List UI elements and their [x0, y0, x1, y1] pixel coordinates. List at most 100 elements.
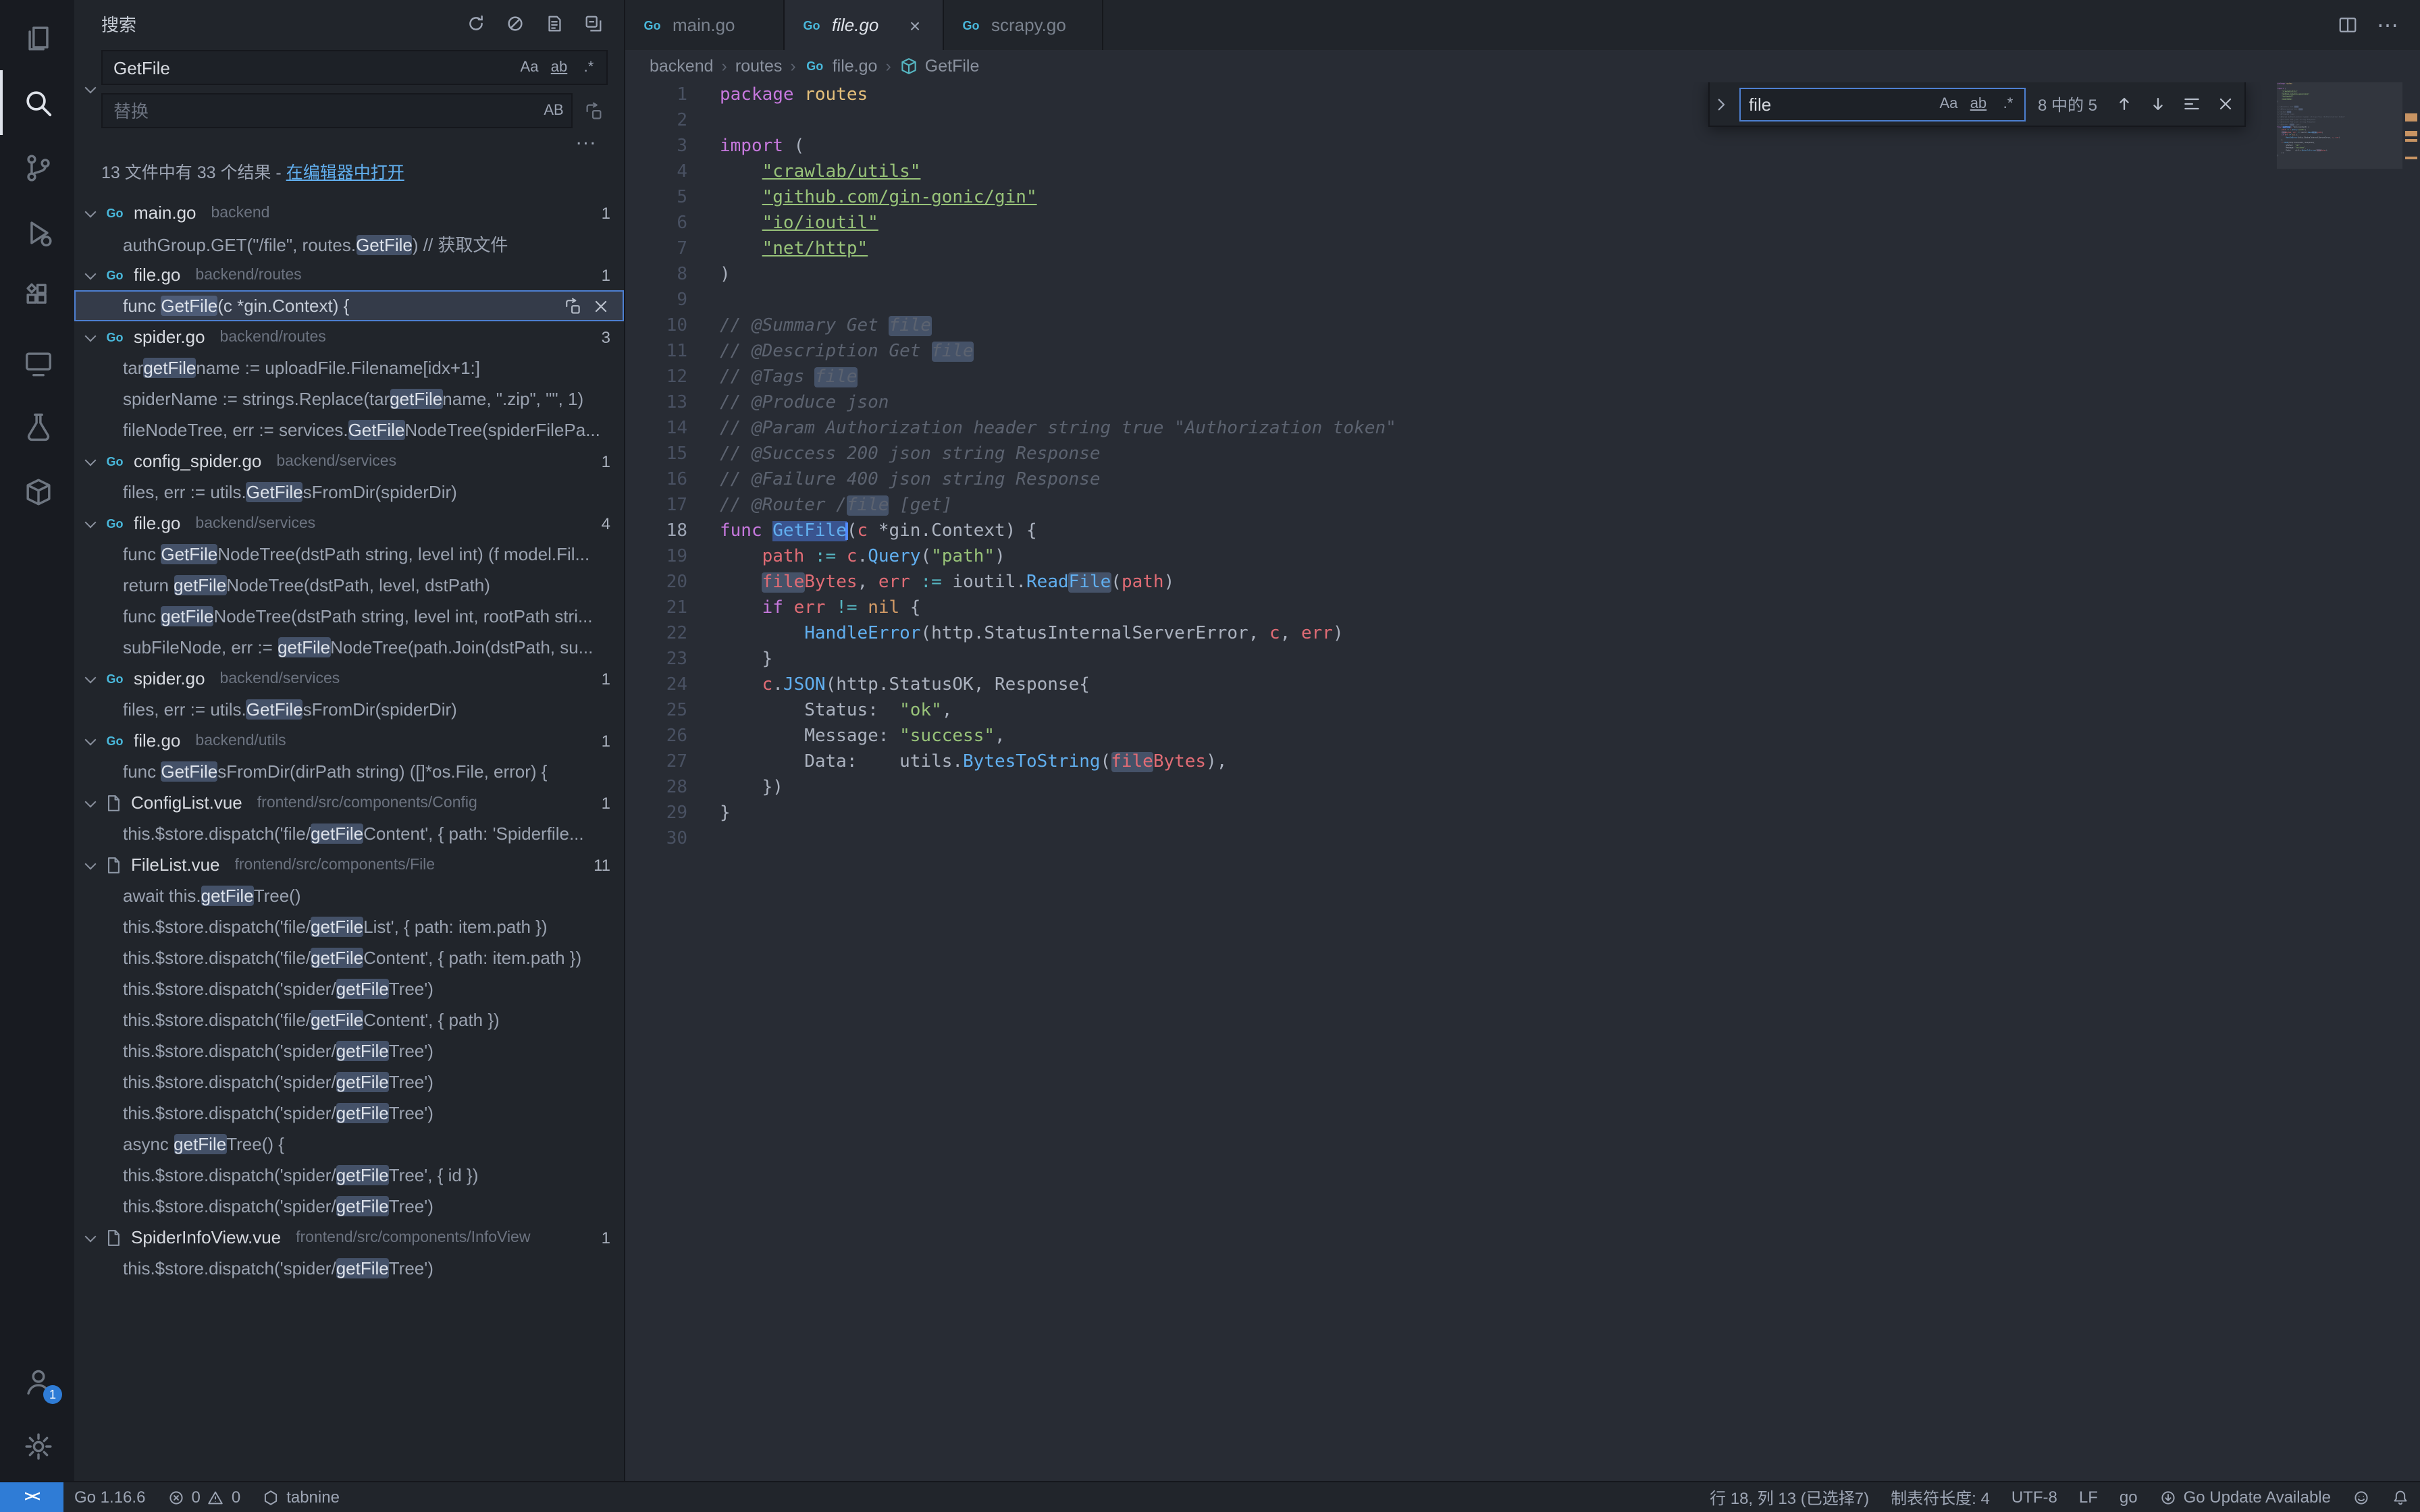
search-result-match-row[interactable]: await this.getFileTree()	[74, 880, 624, 911]
line-number[interactable]: 21	[625, 595, 687, 621]
code-lines[interactable]: package routesimport ( "crawlab/utils" "…	[687, 82, 1396, 1481]
toggle-search-details-button[interactable]: ...	[74, 128, 624, 144]
code-line[interactable]: // @Tags file	[720, 364, 1396, 390]
line-number[interactable]: 30	[625, 826, 687, 852]
next-match-button[interactable]	[2143, 90, 2172, 118]
search-button[interactable]	[0, 70, 74, 135]
split-editor-button[interactable]	[2338, 15, 2358, 35]
search-result-file-row[interactable]: Gofile.gobackend/routes1	[74, 259, 624, 290]
search-result-file-row[interactable]: Gospider.gobackend/services1	[74, 663, 624, 694]
search-result-file-row[interactable]: FileList.vuefrontend/src/components/File…	[74, 849, 624, 880]
open-in-editor-link[interactable]: 在编辑器中打开	[286, 163, 404, 182]
line-number[interactable]: 5	[625, 185, 687, 211]
search-result-file-row[interactable]: Gomain.gobackend1	[74, 197, 624, 228]
search-result-match-row[interactable]: fileNodeTree, err := services.GetFileNod…	[74, 414, 624, 446]
line-number[interactable]: 18	[625, 518, 687, 544]
status-go-update[interactable]: Go Update Available	[2149, 1482, 2342, 1512]
search-result-match-row[interactable]: this.$store.dispatch('spider/getFileTree…	[74, 1098, 624, 1129]
code-line[interactable]: if err != nil {	[720, 595, 1396, 621]
search-result-match-row[interactable]: files, err := utils.GetFilesFromDir(spid…	[74, 694, 624, 725]
code-line[interactable]: path := c.Query("path")	[720, 544, 1396, 570]
line-number[interactable]: 10	[625, 313, 687, 339]
line-number[interactable]: 11	[625, 339, 687, 364]
line-number[interactable]: 15	[625, 441, 687, 467]
line-number[interactable]: 16	[625, 467, 687, 493]
close-find-widget-button[interactable]	[2211, 90, 2239, 118]
status-tabnine[interactable]: tabnine	[251, 1482, 350, 1512]
code-line[interactable]: Data: utils.BytesToString(fileBytes),	[720, 749, 1396, 775]
search-result-match-row[interactable]: spiderName := strings.Replace(targetFile…	[74, 383, 624, 414]
search-result-file-row[interactable]: Goconfig_spider.gobackend/services1	[74, 446, 624, 477]
line-number[interactable]: 14	[625, 416, 687, 441]
code-line[interactable]: c.JSON(http.StatusOK, Response{	[720, 672, 1396, 698]
code-line[interactable]: }	[720, 647, 1396, 672]
line-number[interactable]: 29	[625, 801, 687, 826]
line-number[interactable]: 25	[625, 698, 687, 724]
preserve-case-toggle[interactable]: AB	[540, 97, 567, 124]
explorer-button[interactable]	[0, 5, 74, 70]
remote-explorer-button[interactable]	[0, 329, 74, 394]
find-match-case-toggle[interactable]: Aa	[1935, 90, 1962, 117]
notifications-button[interactable]	[2381, 1482, 2420, 1512]
search-result-match-row[interactable]: this.$store.dispatch('file/getFileConten…	[74, 818, 624, 849]
search-result-match-row[interactable]: this.$store.dispatch('file/getFileConten…	[74, 942, 624, 973]
code-line[interactable]: }	[720, 801, 1396, 826]
code-line[interactable]: // @Produce json	[720, 390, 1396, 416]
replace-match-icon[interactable]	[563, 296, 582, 315]
code-line[interactable]	[720, 108, 1396, 134]
code-line[interactable]: // @Failure 400 json string Response	[720, 467, 1396, 493]
search-result-match-row[interactable]: func GetFilesFromDir(dirPath string) ([]…	[74, 756, 624, 787]
line-number[interactable]: 20	[625, 570, 687, 595]
regex-toggle[interactable]: .*	[575, 54, 602, 81]
tab-file.go[interactable]: Gofile.go×	[785, 0, 944, 50]
search-result-match-row[interactable]: this.$store.dispatch('file/getFileConten…	[74, 1004, 624, 1035]
search-result-match-row[interactable]: files, err := utils.GetFilesFromDir(spid…	[74, 477, 624, 508]
status-cursor-position[interactable]: 行 18, 列 13 (已选择7)	[1699, 1482, 1880, 1512]
search-result-file-row[interactable]: ConfigList.vuefrontend/src/components/Co…	[74, 787, 624, 818]
search-result-file-row[interactable]: Gofile.gobackend/utils1	[74, 725, 624, 756]
search-result-match-row[interactable]: this.$store.dispatch('spider/getFileTree…	[74, 1160, 624, 1191]
breadcrumb-item-backend[interactable]: backend	[650, 57, 714, 76]
remote-indicator[interactable]: ><	[0, 1482, 63, 1512]
accounts-button[interactable]: 1	[0, 1349, 74, 1413]
search-input[interactable]	[113, 57, 516, 78]
code-line[interactable]	[720, 288, 1396, 313]
find-whole-word-toggle[interactable]: ab	[1965, 90, 1992, 117]
code-line[interactable]: HandleError(http.StatusInternalServerErr…	[720, 621, 1396, 647]
run-debug-button[interactable]	[0, 200, 74, 265]
code-line[interactable]: // @Success 200 json string Response	[720, 441, 1396, 467]
code-line[interactable]: // @Param Authorization header string tr…	[720, 416, 1396, 441]
collapse-all-button[interactable]	[581, 11, 605, 36]
status-language[interactable]: go	[2109, 1482, 2149, 1512]
line-number[interactable]: 4	[625, 159, 687, 185]
code-line[interactable]: "github.com/gin-gonic/gin"	[720, 185, 1396, 211]
code-line[interactable]: // @Router /file [get]	[720, 493, 1396, 518]
tab-main.go[interactable]: Gomain.go	[625, 0, 785, 50]
code-line[interactable]: Status: "ok",	[720, 698, 1396, 724]
line-number[interactable]: 22	[625, 621, 687, 647]
line-number[interactable]: 7	[625, 236, 687, 262]
clear-search-results-button[interactable]	[502, 11, 527, 36]
search-result-match-row[interactable]: subFileNode, err := getFileNodeTree(path…	[74, 632, 624, 663]
search-result-match-row[interactable]: func GetFile(c *gin.Context) {	[74, 290, 624, 321]
status-indentation[interactable]: 制表符长度: 4	[1880, 1482, 2001, 1512]
search-result-match-row[interactable]: targetFilename := uploadFile.Filename[id…	[74, 352, 624, 383]
testing-button[interactable]	[0, 394, 74, 459]
code-line[interactable]: "net/http"	[720, 236, 1396, 262]
code-line[interactable]: Message: "success",	[720, 724, 1396, 749]
match-case-toggle[interactable]: Aa	[516, 54, 543, 81]
line-number[interactable]: 17	[625, 493, 687, 518]
search-result-match-row[interactable]: this.$store.dispatch('spider/getFileTree…	[74, 1191, 624, 1222]
code-line[interactable]: // @Summary Get file	[720, 313, 1396, 339]
toggle-replace-button[interactable]	[80, 50, 101, 128]
whole-word-toggle[interactable]: ab	[546, 54, 573, 81]
find-input[interactable]	[1749, 94, 1935, 114]
minimap[interactable]: package routesimport ( "crawlab/utils" "…	[2277, 82, 2402, 393]
line-number[interactable]: 23	[625, 647, 687, 672]
code-line[interactable]: import (	[720, 134, 1396, 159]
breadcrumb-item-routes[interactable]: routes	[735, 57, 783, 76]
dismiss-match-icon[interactable]	[591, 296, 610, 315]
line-number[interactable]: 24	[625, 672, 687, 698]
search-result-match-row[interactable]: this.$store.dispatch('spider/getFileTree…	[74, 1253, 624, 1284]
search-result-match-row[interactable]: func GetFileNodeTree(dstPath string, lev…	[74, 539, 624, 570]
